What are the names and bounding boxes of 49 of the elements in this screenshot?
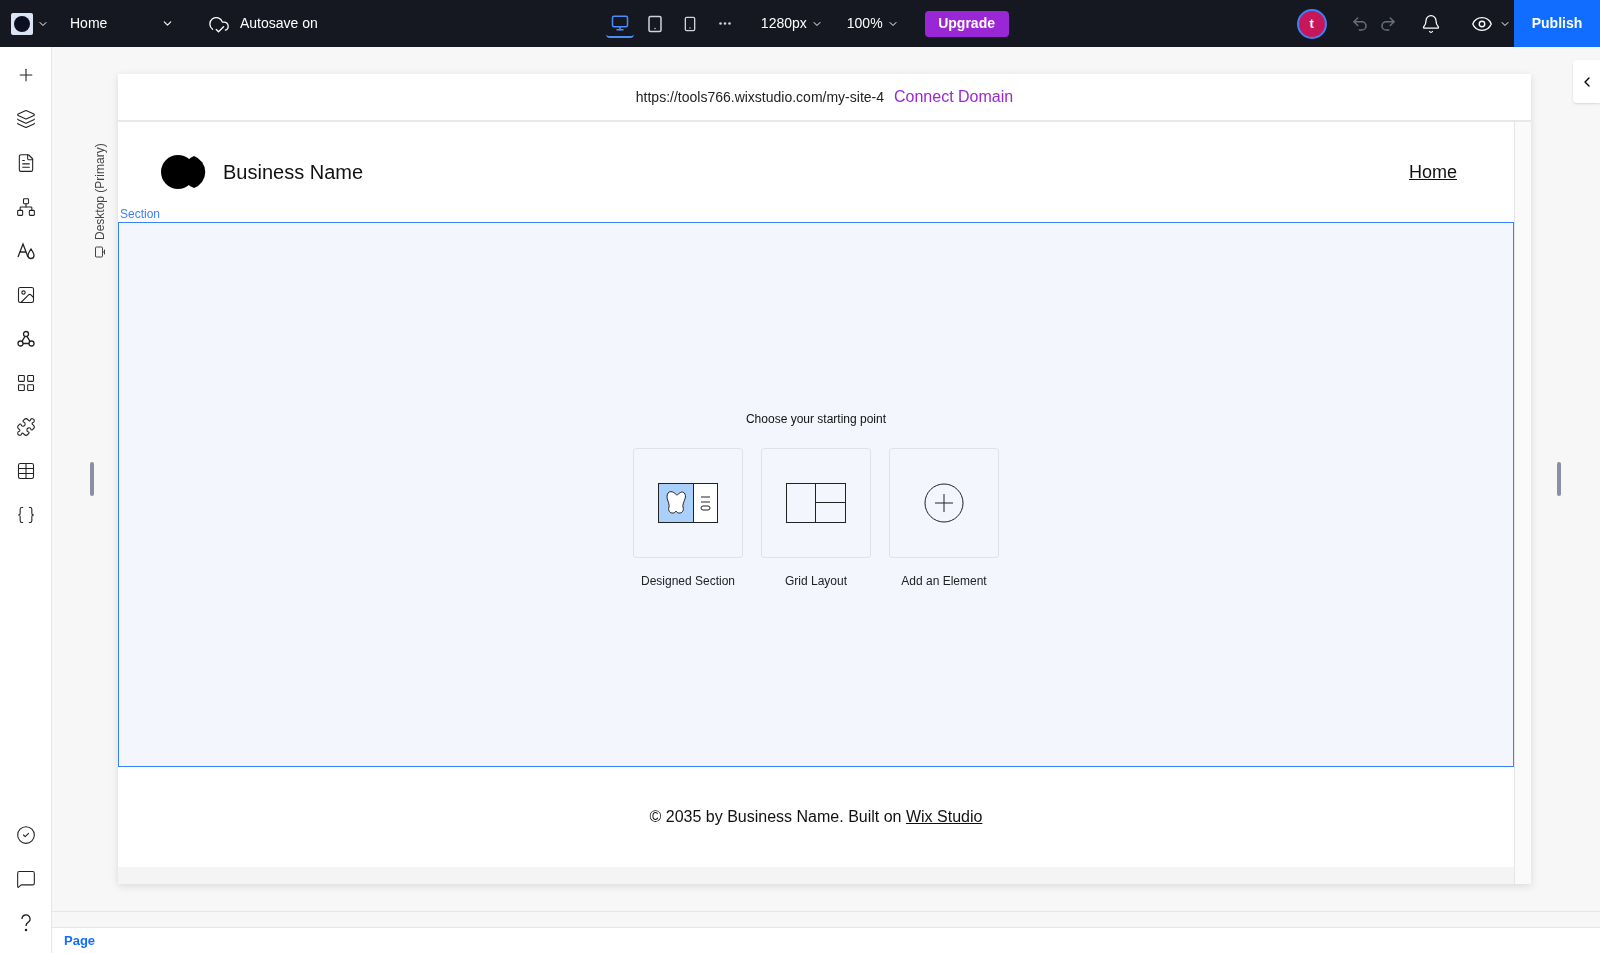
option-label: Add an Element	[901, 572, 987, 590]
width-dropdown[interactable]: 1280px	[760, 13, 823, 34]
starting-point-card[interactable]	[761, 447, 871, 558]
user-avatar[interactable]: t	[1296, 8, 1327, 39]
desktop-icon	[610, 13, 629, 32]
puzzle-icon[interactable]	[15, 417, 36, 437]
undo-icon[interactable]	[1350, 14, 1369, 33]
publish-button[interactable]: Publish	[1514, 0, 1600, 47]
home-nav-link[interactable]: Home	[1409, 158, 1457, 186]
section-prompt: Choose your starting point	[745, 410, 887, 428]
autosave-status: Autosave on	[240, 14, 318, 33]
resize-handle[interactable]	[1557, 462, 1561, 496]
desktop-icon	[94, 246, 106, 258]
site-url: https://tools766.wixstudio.com/my-site-4	[635, 87, 884, 107]
connect-domain-link[interactable]: Connect Domain	[894, 85, 1014, 109]
wix-studio-link[interactable]: Wix Studio	[905, 808, 983, 825]
page-selector[interactable]: Home	[70, 13, 174, 34]
option-label: Grid Layout	[784, 572, 847, 590]
page-tab[interactable]: Page	[64, 930, 96, 951]
designed-section-icon	[658, 482, 718, 523]
code-braces-icon[interactable]	[15, 505, 36, 525]
comments-icon[interactable]	[15, 869, 36, 889]
breakpoint-label: Desktop (Primary)	[92, 143, 108, 240]
table-icon[interactable]	[15, 461, 36, 481]
footer-text: © 2035 by Business Name. Built on Wix Studio	[649, 807, 983, 827]
checklist-icon[interactable]	[15, 825, 36, 845]
image-icon[interactable]	[15, 285, 36, 305]
resize-handle[interactable]	[90, 462, 94, 496]
site-logo-icon[interactable]	[11, 12, 33, 35]
upgrade-button[interactable]: Upgrade	[924, 10, 1009, 37]
layers-icon[interactable]	[15, 109, 36, 129]
grid-layout-icon	[786, 482, 846, 523]
notifications-icon[interactable]	[1420, 13, 1441, 34]
starting-point-card[interactable]	[633, 447, 743, 558]
add-circle-icon	[924, 482, 964, 523]
expand-panel-button[interactable]	[1573, 60, 1600, 103]
typography-icon[interactable]	[15, 241, 36, 261]
tablet-icon	[645, 14, 664, 33]
option-label: Designed Section	[640, 572, 736, 590]
more-icon	[718, 22, 731, 25]
apps-grid-icon[interactable]	[15, 373, 36, 393]
redo-icon[interactable]	[1378, 14, 1397, 33]
zoom-dropdown[interactable]: 100%	[846, 13, 899, 34]
business-name: Business Name	[223, 160, 364, 185]
help-icon[interactable]	[18, 913, 33, 933]
sitemap-icon[interactable]	[15, 197, 36, 217]
connected-circles-icon[interactable]	[15, 329, 36, 349]
section-label: Section	[120, 206, 161, 223]
starting-point-card[interactable]	[889, 447, 999, 558]
